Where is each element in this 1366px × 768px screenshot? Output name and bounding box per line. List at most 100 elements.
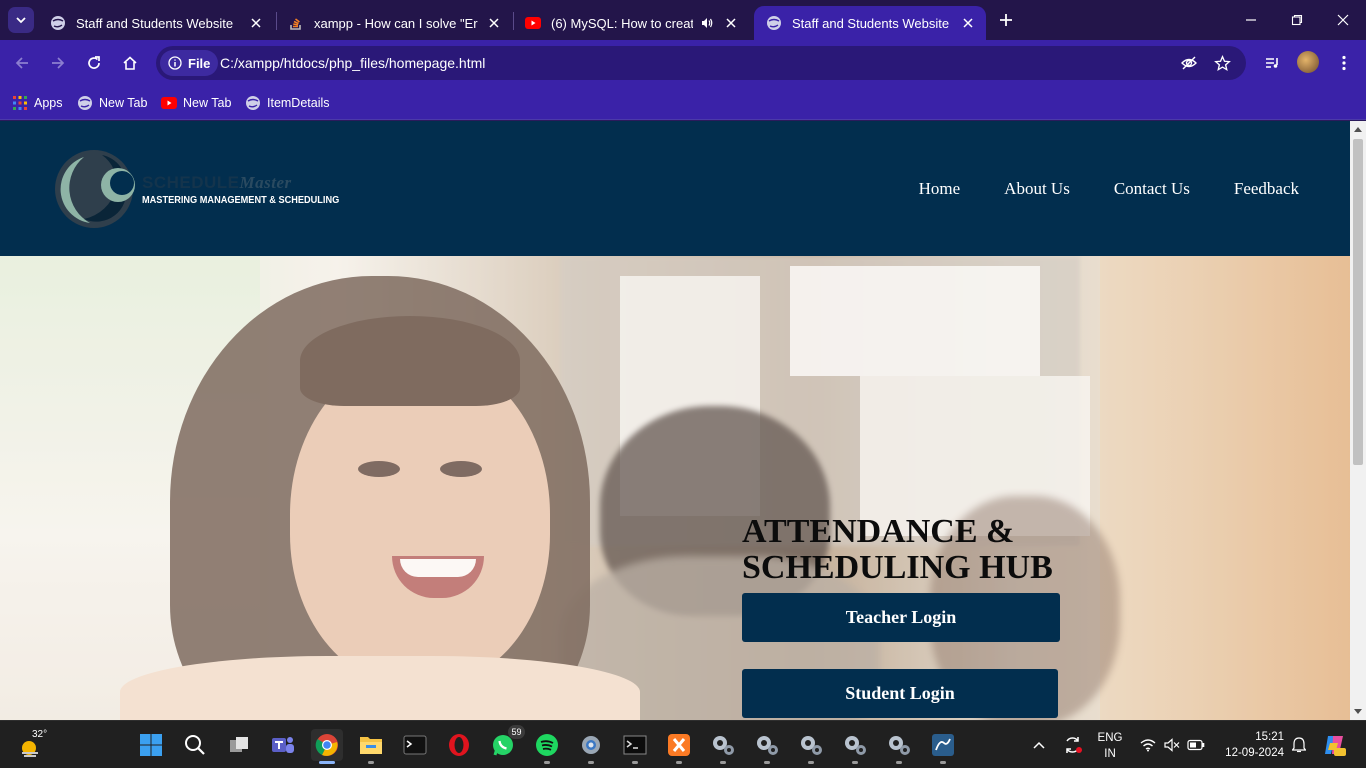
service-app-4[interactable] (839, 729, 871, 764)
logo-text: SCHEDULEMaster MASTERING MANAGEMENT & SC… (142, 173, 356, 206)
page-viewport: SCHEDULEMaster MASTERING MANAGEMENT & SC… (0, 121, 1350, 720)
opera-app[interactable] (443, 729, 475, 761)
service-app-3[interactable] (795, 729, 827, 764)
hero-background-photo (0, 256, 1350, 720)
running-app-indicator (368, 761, 374, 764)
site-chip-label: File (188, 55, 211, 71)
running-app-indicator (588, 761, 594, 764)
gears-icon (713, 736, 734, 755)
service-app-5[interactable] (883, 729, 915, 764)
service-app-2[interactable] (751, 729, 783, 764)
language-indicator[interactable]: ENG IN (1092, 730, 1128, 762)
profile-avatar[interactable] (1297, 51, 1319, 73)
tab-xampp-stackoverflow[interactable]: xampp - How can I solve "Error: (276, 6, 512, 40)
chrome-app[interactable] (311, 729, 343, 764)
task-view-button[interactable] (223, 729, 255, 761)
bookmark-new-tab-2[interactable]: New Tab (161, 93, 231, 113)
xampp-app[interactable] (663, 729, 695, 764)
back-button[interactable] (11, 52, 33, 74)
close-icon[interactable] (248, 15, 264, 31)
bookmark-new-tab-1[interactable]: New Tab (77, 93, 147, 113)
search-icon (185, 735, 205, 755)
clock[interactable]: 15:21 12-09-2024 (1218, 729, 1284, 761)
tab-search-button[interactable] (8, 7, 34, 33)
scroll-up-arrow-icon[interactable] (1353, 124, 1363, 134)
speaker-audio-icon[interactable] (699, 15, 715, 31)
site-header: SCHEDULEMaster MASTERING MANAGEMENT & SC… (0, 121, 1350, 256)
whatsapp-unread-badge: 59 (508, 725, 525, 739)
student-login-button[interactable]: Student Login (742, 669, 1058, 718)
notifications-button[interactable] (1288, 729, 1310, 761)
sync-tray-icon[interactable] (1058, 729, 1088, 761)
spotify-app[interactable] (531, 729, 563, 764)
site-info-chip[interactable]: File (160, 50, 219, 76)
chrome-icon (315, 734, 338, 756)
close-icon[interactable] (486, 15, 502, 31)
bookmark-label: New Tab (99, 96, 148, 110)
volume-status[interactable] (1160, 729, 1184, 761)
chevron-up-icon (1033, 741, 1045, 749)
nav-contact-us-link[interactable]: Contact Us (1114, 179, 1190, 199)
folder-icon (360, 737, 382, 754)
battery-status[interactable] (1184, 729, 1208, 761)
sync-alert-icon (1066, 737, 1082, 753)
home-button[interactable] (119, 52, 141, 74)
restore-button[interactable] (1285, 8, 1309, 32)
nav-about-us-link[interactable]: About Us (1004, 179, 1070, 199)
weather-widget[interactable]: 32° (16, 729, 52, 761)
forward-button[interactable] (47, 52, 69, 74)
file-explorer-app[interactable] (355, 729, 387, 764)
teacher-login-button[interactable]: Teacher Login (742, 593, 1060, 642)
scroll-thumb[interactable] (1353, 139, 1363, 465)
task-view-icon (230, 737, 248, 752)
command-prompt-app[interactable] (619, 729, 651, 764)
teams-app[interactable] (267, 729, 299, 761)
page-scrollbar[interactable] (1350, 121, 1366, 720)
home-icon (123, 56, 137, 70)
scroll-down-arrow-icon[interactable] (1353, 707, 1363, 717)
windows-logo-icon (140, 734, 162, 756)
copilot-icon (1325, 736, 1346, 756)
kebab-menu-icon (1342, 55, 1346, 71)
logo-name: SCHEDULEMaster (142, 173, 292, 192)
taskbar-search-button[interactable] (179, 729, 211, 761)
show-hidden-icons-button[interactable] (1024, 729, 1054, 761)
url-text[interactable]: C:/xampp/htdocs/php_files/homepage.html (220, 55, 485, 71)
start-button[interactable] (135, 729, 167, 761)
media-control-button[interactable] (1261, 52, 1283, 74)
bookmark-apps[interactable]: Apps (12, 93, 63, 113)
close-window-button[interactable] (1331, 8, 1355, 32)
browser-menu-button[interactable] (1333, 52, 1355, 74)
reload-button[interactable] (83, 52, 105, 74)
bookmark-star-icon[interactable] (1213, 54, 1231, 72)
main-navigation: Home About Us Contact Us Feedback (875, 179, 1299, 199)
nav-feedback-link[interactable]: Feedback (1234, 179, 1299, 199)
terminal-app[interactable] (399, 729, 431, 761)
tab-staff-students-1[interactable]: Staff and Students Website (38, 6, 274, 40)
whatsapp-app[interactable]: 59 (487, 725, 525, 761)
wifi-status[interactable] (1136, 729, 1160, 761)
settings-app[interactable] (575, 729, 607, 764)
mysql-workbench-app[interactable] (927, 729, 959, 764)
nav-home-link[interactable]: Home (919, 179, 961, 199)
service-app-1[interactable] (707, 729, 739, 764)
spotify-icon (536, 734, 558, 756)
new-tab-button[interactable] (996, 10, 1016, 30)
globe-icon (766, 15, 782, 31)
globe-icon (77, 95, 93, 111)
tab-youtube-mysql[interactable]: (6) MySQL: How to create a (513, 6, 749, 40)
eye-slash-icon[interactable] (1180, 54, 1198, 72)
address-bar[interactable]: File C:/xampp/htdocs/php_files/homepage.… (156, 46, 1246, 80)
bookmark-itemdetails[interactable]: ItemDetails (245, 93, 330, 113)
close-icon[interactable] (723, 15, 739, 31)
restore-icon (1291, 14, 1303, 26)
cmd-icon (623, 735, 647, 755)
minimize-button[interactable] (1239, 8, 1263, 32)
tab-staff-students-active[interactable]: Staff and Students Website (754, 6, 986, 40)
site-logo[interactable]: SCHEDULEMaster MASTERING MANAGEMENT & SC… (54, 147, 339, 231)
windows-taskbar: 32° 59 ENG IN 15:21 12-09-2024 (0, 720, 1366, 768)
notification-bell-icon (1292, 737, 1306, 753)
close-icon[interactable] (960, 15, 976, 31)
copilot-button[interactable] (1318, 729, 1350, 761)
youtube-icon (161, 95, 177, 111)
